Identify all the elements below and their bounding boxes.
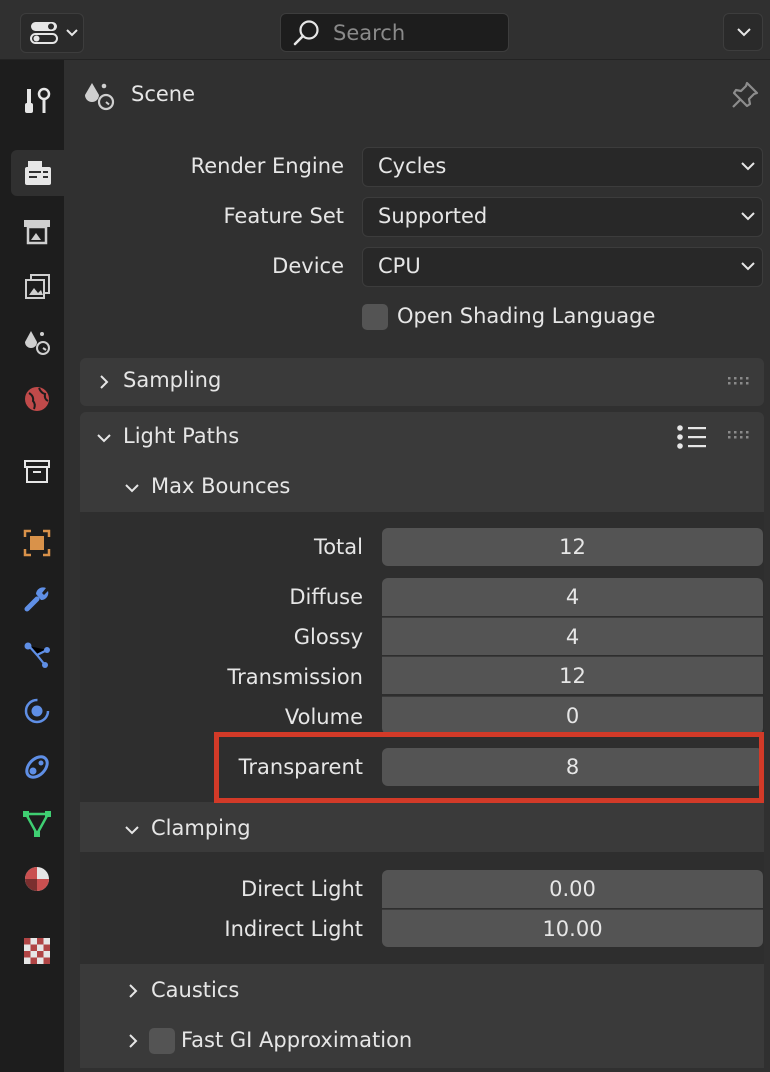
device-value: CPU bbox=[378, 254, 421, 278]
properties-header: Search bbox=[0, 0, 770, 60]
sampling-panel-header[interactable]: Sampling bbox=[80, 358, 764, 406]
tab-constraints[interactable] bbox=[12, 744, 62, 790]
osl-checkbox[interactable] bbox=[362, 304, 388, 330]
direct-light-field[interactable]: 0.00 bbox=[382, 870, 763, 908]
glossy-label: Glossy bbox=[293, 625, 363, 649]
particles-icon bbox=[22, 640, 52, 670]
tab-world[interactable] bbox=[12, 376, 62, 422]
pin-icon[interactable] bbox=[730, 80, 760, 110]
fast-gi-subpanel-header[interactable]: Fast GI Approximation bbox=[80, 1016, 764, 1068]
chevron-down-icon bbox=[124, 483, 140, 493]
tab-collection[interactable] bbox=[12, 448, 62, 494]
physics-icon bbox=[22, 696, 52, 726]
volume-field[interactable]: 0 bbox=[382, 696, 763, 734]
chevron-down-icon bbox=[740, 161, 756, 171]
texture-icon bbox=[22, 936, 52, 966]
tab-data[interactable] bbox=[12, 800, 62, 846]
render-engine-value: Cycles bbox=[378, 154, 447, 178]
indirect-light-label: Indirect Light bbox=[224, 917, 363, 941]
chevron-right-icon bbox=[99, 374, 109, 390]
glossy-field[interactable]: 4 bbox=[382, 617, 763, 655]
header-options-button[interactable] bbox=[723, 13, 763, 51]
view-layer-icon bbox=[22, 272, 52, 302]
clamping-title: Clamping bbox=[151, 816, 251, 840]
tab-texture[interactable] bbox=[12, 928, 62, 974]
tab-output[interactable] bbox=[12, 208, 62, 254]
render-engine-label: Render Engine bbox=[190, 154, 344, 178]
feature-set-value: Supported bbox=[378, 204, 488, 228]
clamping-body: Direct Light 0.00 Indirect Light 10.00 bbox=[80, 852, 764, 964]
fast-gi-title: Fast GI Approximation bbox=[181, 1028, 413, 1052]
tab-render[interactable] bbox=[11, 150, 64, 196]
context-title: Scene bbox=[131, 82, 196, 106]
diffuse-field[interactable]: 4 bbox=[382, 578, 763, 616]
tab-modifier[interactable] bbox=[12, 576, 62, 622]
scene-icon bbox=[82, 80, 116, 112]
scene-icon bbox=[22, 328, 52, 358]
chevron-down-icon bbox=[740, 211, 756, 221]
osl-label[interactable]: Open Shading Language bbox=[397, 304, 655, 328]
presets-list-icon[interactable] bbox=[676, 424, 708, 452]
chevron-down-icon bbox=[736, 27, 752, 37]
device-label: Device bbox=[272, 254, 344, 278]
tab-tool[interactable] bbox=[12, 78, 62, 124]
device-dropdown[interactable]: CPU bbox=[362, 247, 763, 287]
tab-physics[interactable] bbox=[12, 688, 62, 734]
light-paths-lower: Caustics Fast GI Approximation bbox=[80, 964, 764, 1068]
data-icon bbox=[22, 808, 52, 838]
light-paths-panel-header[interactable]: Light Paths bbox=[80, 412, 764, 462]
fast-gi-checkbox[interactable] bbox=[149, 1028, 175, 1054]
light-paths-title: Light Paths bbox=[123, 424, 240, 448]
chevron-down-icon bbox=[740, 261, 756, 271]
output-icon bbox=[22, 216, 52, 246]
tab-object[interactable] bbox=[12, 520, 62, 566]
total-label: Total bbox=[313, 535, 363, 559]
transmission-label: Transmission bbox=[227, 665, 363, 689]
chevron-down-icon bbox=[124, 825, 140, 835]
feature-set-dropdown[interactable]: Supported bbox=[362, 197, 763, 237]
object-icon bbox=[22, 528, 52, 558]
properties-main: Scene Render Engine Cycles Feature Set S… bbox=[64, 60, 770, 1072]
collection-icon bbox=[22, 456, 52, 486]
chevron-right-icon bbox=[128, 983, 138, 999]
properties-editor-icon bbox=[30, 21, 58, 45]
clamping-subpanel-header[interactable]: Clamping bbox=[80, 802, 764, 852]
search-input[interactable]: Search bbox=[280, 13, 509, 52]
diffuse-label: Diffuse bbox=[289, 585, 363, 609]
properties-tab-bar bbox=[0, 60, 64, 1072]
render-engine-dropdown[interactable]: Cycles bbox=[362, 147, 763, 187]
chevron-right-icon bbox=[128, 1033, 138, 1049]
highlight-box bbox=[214, 732, 764, 803]
volume-label: Volume bbox=[284, 705, 363, 729]
world-icon bbox=[22, 384, 52, 414]
total-field[interactable]: 12 bbox=[382, 528, 763, 566]
constraints-icon bbox=[22, 752, 52, 782]
indirect-light-field[interactable]: 10.00 bbox=[382, 909, 763, 947]
max-bounces-subpanel-header[interactable]: Max Bounces bbox=[80, 462, 764, 512]
drag-handle-icon[interactable] bbox=[728, 376, 750, 386]
max-bounces-title: Max Bounces bbox=[151, 474, 291, 498]
tab-material[interactable] bbox=[12, 856, 62, 902]
chevron-down-icon bbox=[96, 433, 112, 443]
drag-handle-icon[interactable] bbox=[728, 430, 750, 440]
caustics-subpanel-header[interactable]: Caustics bbox=[80, 964, 764, 1016]
caustics-title: Caustics bbox=[151, 978, 240, 1002]
modifier-icon bbox=[22, 584, 52, 614]
search-placeholder: Search bbox=[333, 21, 406, 45]
tab-scene[interactable] bbox=[12, 320, 62, 366]
material-icon bbox=[22, 864, 52, 894]
render-icon bbox=[22, 158, 54, 188]
direct-light-label: Direct Light bbox=[241, 877, 363, 901]
tab-view-layer[interactable] bbox=[12, 264, 62, 310]
sampling-title: Sampling bbox=[123, 368, 222, 392]
feature-set-label: Feature Set bbox=[223, 204, 344, 228]
chevron-down-icon bbox=[65, 28, 79, 38]
editor-type-button[interactable] bbox=[20, 13, 84, 53]
transmission-field[interactable]: 12 bbox=[382, 656, 763, 694]
tab-particles[interactable] bbox=[12, 632, 62, 678]
tool-icon bbox=[22, 86, 52, 116]
search-icon bbox=[291, 18, 323, 48]
